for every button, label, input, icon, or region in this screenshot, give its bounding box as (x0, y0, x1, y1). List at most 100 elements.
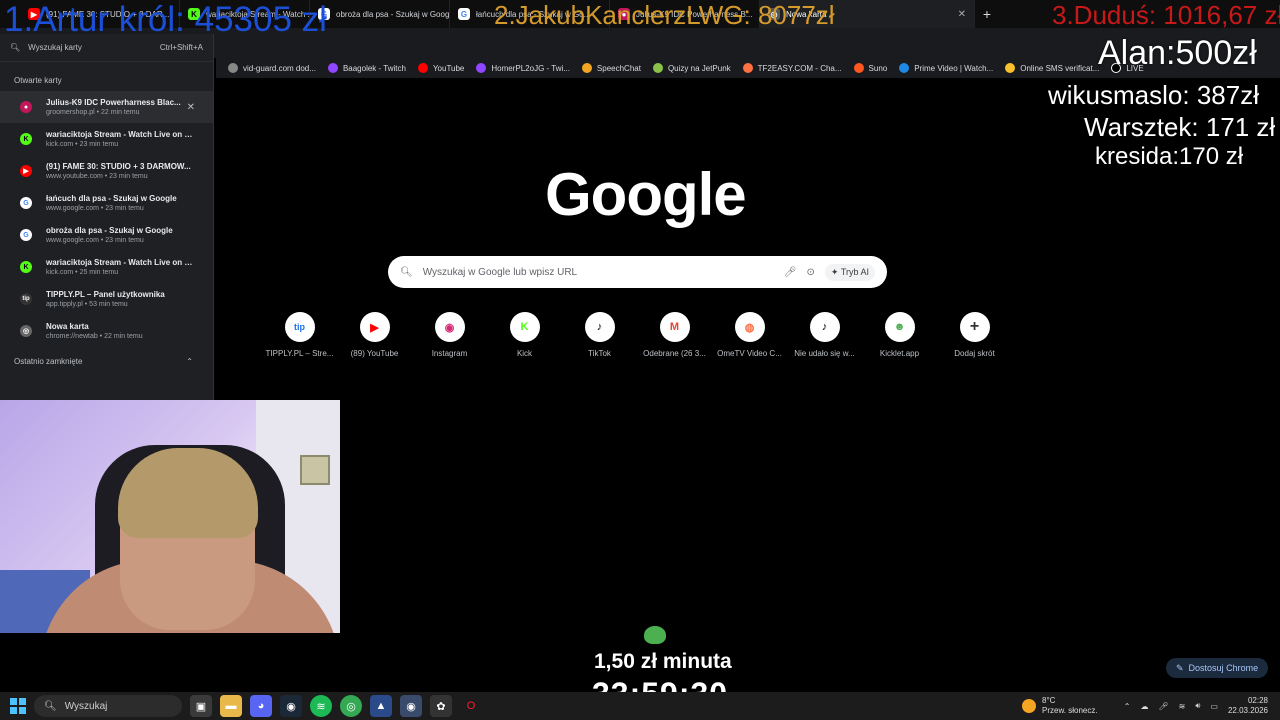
tab[interactable]: G obroża dla psa - Szukaj w Goog... (310, 0, 450, 28)
shortcut-tile[interactable]: ▶ (89) YouTube (337, 312, 412, 358)
tab-list-item[interactable]: K wariaciktoja Stream - Watch Live on K.… (0, 251, 213, 283)
overlay-donation: Alan:500zł (1098, 34, 1257, 72)
bookmark[interactable]: TF2EASY.COM - Cha... (742, 63, 842, 73)
shortcut-label: OmeTV Video C... (717, 349, 782, 358)
discord-icon[interactable]: ◕ (250, 695, 272, 717)
tab-list-item[interactable]: ▶ (91) FAME 30: STUDIO + 3 DARMOW... www.… (0, 155, 213, 187)
task-view-icon[interactable]: ▣ (190, 695, 212, 717)
tab-item-meta: kick.com • 23 min temu (46, 141, 119, 148)
weather-widget[interactable]: 8°C Przew. słonecz. (1022, 692, 1098, 720)
bookmark-label: Suno (868, 63, 888, 73)
plus-icon: + (959, 312, 990, 342)
tab-list-item[interactable]: tip TIPPLY.PL – Panel użytkownika app.tip… (0, 283, 213, 315)
bookmark[interactable]: YouTube (417, 63, 464, 73)
file-explorer-icon[interactable]: ▬ (220, 695, 242, 717)
shop-icon: ● (20, 101, 32, 113)
shortcut-tile[interactable]: ♪ Nie udało się w... (787, 312, 862, 358)
speaker-icon[interactable]: 🔊︎ (1195, 701, 1200, 711)
kick-icon: K (20, 133, 32, 145)
taskbar-search[interactable]: 🔍︎ Wyszukaj (34, 695, 182, 717)
wifi-icon[interactable]: ≋ (1179, 702, 1186, 711)
tab-item-title: obroża dla psa - Szukaj w Google (46, 226, 173, 235)
recently-closed-header[interactable]: Ostatnio zamknięte ⌃ (0, 347, 213, 366)
recently-closed-label: Ostatnio zamknięte (14, 357, 83, 366)
chevron-up-icon[interactable]: ⌃ (1124, 702, 1131, 711)
spotify-icon[interactable]: ≋ (310, 695, 332, 717)
tab-item-meta: www.google.com • 23 min temu (46, 205, 144, 212)
shortcut-tile[interactable]: ◉ Instagram (412, 312, 487, 358)
bookmark[interactable]: HomerPL2oJG - Twi... (476, 63, 570, 73)
search-icon: 🔍︎ (44, 700, 57, 712)
shortcut-label: Nie udało się w... (794, 349, 855, 358)
taskbar-search-label: Wyszukaj (64, 700, 108, 712)
pencil-icon: ✎ (1176, 662, 1184, 673)
bookmark-label: HomerPL2oJG - Twi... (491, 63, 570, 73)
bookmark[interactable]: SpeechChat (581, 63, 641, 73)
opera-icon[interactable]: O (460, 695, 482, 717)
bookmark[interactable]: Suno (853, 63, 888, 73)
new-tab-button[interactable]: + (975, 6, 999, 22)
youtube-icon (417, 63, 428, 73)
app-icon[interactable]: ▲ (370, 695, 392, 717)
search-placeholder: Wyszukaj w Google lub wpisz URL (422, 266, 578, 278)
shortcut-label: Kicklet.app (879, 349, 920, 358)
shortcut-tile[interactable]: ☻ Kicklet.app (862, 312, 937, 358)
customize-chrome-button[interactable]: ✎ Dostosuj Chrome (1166, 658, 1269, 678)
close-icon[interactable]: ✕ (187, 102, 195, 113)
webcam-feed (0, 400, 340, 633)
google-logo: Google (545, 161, 747, 228)
bookmark-label: SpeechChat (596, 63, 641, 73)
bookmark[interactable]: Prime Video | Watch... (899, 63, 993, 73)
microphone-icon[interactable]: 🎤︎ (1158, 702, 1168, 711)
add-shortcut-tile[interactable]: + Dodaj skrót (937, 312, 1012, 358)
steam-icon[interactable]: ◉ (280, 695, 302, 717)
gmail-icon: M (659, 312, 690, 342)
shortcut-tile[interactable]: ♪ TikTok (562, 312, 637, 358)
weather-desc: Przew. słonecz. (1042, 706, 1098, 715)
shortcuts-row: tip TIPPLY.PL – Stre... ▶ (89) YouTube ◉ In… (262, 312, 1012, 358)
tab-item-meta: www.google.com • 23 min temu (46, 237, 144, 244)
overlay-top-donor-3: 3.Duduś: 1016,67 zł (1052, 0, 1280, 30)
ometv-icon: ◍ (734, 312, 765, 342)
tab-item-meta: chrome://newtab • 22 min temu (46, 333, 143, 340)
clock[interactable]: 02:28 22.03.2026 (1228, 696, 1268, 716)
tab-list-item[interactable]: ● Julius-K9 IDC Powerharness Blac... groo… (0, 91, 213, 123)
tab-item-title: łańcuch dla psa - Szukaj w Google (46, 194, 177, 203)
battery-icon[interactable]: ▭ (1210, 702, 1218, 711)
tab-list-item[interactable]: G łańcuch dla psa - Szukaj w Google www.g… (0, 187, 213, 219)
tab-item-title: TIPPLY.PL – Panel użytkownika (46, 290, 165, 299)
shortcut-label: Dodaj skrót (954, 349, 995, 358)
app-icon[interactable]: ✿ (430, 695, 452, 717)
windows-start-icon[interactable] (10, 698, 26, 714)
prime-video-icon (899, 63, 910, 73)
sms-icon (1005, 63, 1016, 73)
overlay-donation: wikusmaslo: 387zł (1048, 80, 1259, 110)
shortcut-tile[interactable]: M Odebrane (26 3... (637, 312, 712, 358)
shortcut-tile[interactable]: K Kick (487, 312, 562, 358)
chrome-icon[interactable]: ◎ (340, 695, 362, 717)
steam-icon[interactable]: ◉ (400, 695, 422, 717)
overlay-top-donor-2: 2.JakubKanclerzLWG: 8077zł (494, 0, 835, 30)
tab-item-title: wariaciktoja Stream - Watch Live on K... (46, 130, 196, 139)
close-tab-icon[interactable]: ✕ (952, 9, 966, 20)
bookmark[interactable]: vid-guard.com dod... (228, 63, 316, 73)
customize-label: Dostosuj Chrome (1188, 663, 1259, 673)
google-search-input[interactable]: 🔍︎ Wyszukaj w Google lub wpisz URL 🎤︎ ⊙ … (388, 256, 887, 288)
tab-list-item[interactable]: G obroża dla psa - Szukaj w Google www.go… (0, 219, 213, 251)
twitch-icon (327, 63, 338, 73)
tab-list-item[interactable]: K wariaciktoja Stream - Watch Live on K.… (0, 123, 213, 155)
shortcut-tile[interactable]: ◍ OmeTV Video C... (712, 312, 787, 358)
bookmark[interactable]: Quizy na JetPunk (652, 63, 731, 73)
ai-mode-button[interactable]: ✦ Tryb AI (824, 263, 875, 281)
shortcut-tile[interactable]: tip TIPPLY.PL – Stre... (262, 312, 337, 358)
bookmark[interactable]: Online SMS verificat... (1005, 63, 1099, 73)
screen: ▶ (91) FAME 30: STUDIO + 3 DAR... K wari… (0, 0, 1280, 720)
tab-list-item[interactable]: ◎ Nowa karta chrome://newtab • 22 min tem… (0, 315, 213, 347)
google-icon: G (20, 197, 32, 209)
bookmark[interactable]: Baagolek - Twitch (327, 63, 406, 73)
bookmark-icon (228, 63, 238, 73)
cloud-icon[interactable]: ☁ (1140, 702, 1148, 711)
microphone-icon[interactable]: 🎤︎ (784, 267, 797, 278)
lens-icon[interactable]: ⊙ (807, 267, 815, 278)
tab-item-meta: app.tipply.pl • 53 min temu (46, 301, 128, 308)
